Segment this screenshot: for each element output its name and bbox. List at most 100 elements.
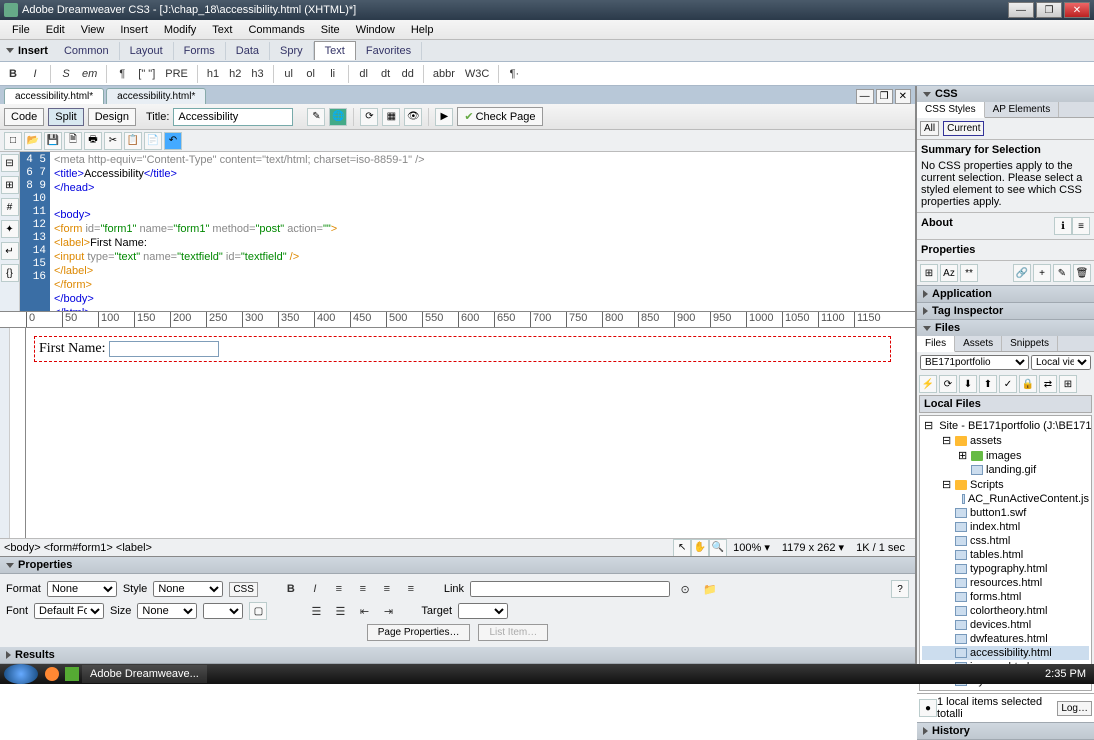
tree-folder[interactable]: ⊟Scripts xyxy=(922,477,1089,492)
strong-button[interactable]: S xyxy=(57,65,75,83)
tree-file[interactable]: index.html xyxy=(922,520,1089,534)
css-styles-tab[interactable]: CSS Styles xyxy=(917,102,985,118)
wrap-icon[interactable]: ↵ xyxy=(1,242,19,260)
bold-button[interactable]: B xyxy=(4,65,22,83)
align-center-button[interactable]: ≡ xyxy=(354,580,372,598)
sync-icon[interactable]: ⇄ xyxy=(1039,375,1057,393)
copy-icon[interactable]: 📋 xyxy=(124,132,142,150)
split-view-button[interactable]: Split xyxy=(48,108,83,126)
ordered-list-button[interactable]: ☰ xyxy=(331,602,349,620)
connect-icon[interactable]: ⚡ xyxy=(919,375,937,393)
site-select[interactable]: BE171portfolio xyxy=(920,355,1029,370)
insert-tab-text[interactable]: Text xyxy=(314,41,356,60)
get-icon[interactable]: ⬇ xyxy=(959,375,977,393)
insert-tab-data[interactable]: Data xyxy=(226,42,270,60)
files-panel-header[interactable]: Files xyxy=(917,320,1094,336)
hand-tool-icon[interactable]: ✋ xyxy=(691,539,709,557)
tag-inspector-panel-header[interactable]: Tag Inspector xyxy=(917,303,1094,319)
li-button[interactable]: li xyxy=(324,65,342,83)
browse-folder-icon[interactable]: 📁 xyxy=(700,580,720,598)
menu-text[interactable]: Text xyxy=(204,22,240,38)
zoom-tool-icon[interactable]: 🔍 xyxy=(709,539,727,557)
insert-tab-layout[interactable]: Layout xyxy=(120,42,174,60)
new-icon[interactable]: □ xyxy=(4,132,22,150)
w3c-button[interactable]: W3C xyxy=(462,65,492,83)
font-select[interactable]: Default Font xyxy=(34,603,104,619)
category-view-icon[interactable]: ⊞ xyxy=(920,264,938,282)
menu-insert[interactable]: Insert xyxy=(112,22,156,38)
align-left-button[interactable]: ≡ xyxy=(330,580,348,598)
h2-button[interactable]: h2 xyxy=(226,65,244,83)
target-select[interactable] xyxy=(458,603,508,619)
close-button[interactable]: ✕ xyxy=(1064,2,1090,18)
zoom-level[interactable]: 100% ▾ xyxy=(727,541,776,554)
tree-file[interactable]: landing.gif xyxy=(922,463,1089,477)
ul-button[interactable]: ul xyxy=(280,65,298,83)
history-panel-header[interactable]: History xyxy=(917,723,1094,739)
check-page-button[interactable]: ✔Check Page xyxy=(457,107,542,126)
h3-button[interactable]: h3 xyxy=(248,65,266,83)
new-rule-icon[interactable]: + xyxy=(1033,264,1051,282)
dreamweaver-icon[interactable] xyxy=(65,667,79,681)
spellcheck-icon[interactable]: ✎ xyxy=(307,108,325,126)
chars-button[interactable]: ¶· xyxy=(505,65,523,83)
tree-file[interactable]: AC_RunActiveContent.js xyxy=(922,492,1089,506)
insert-tab-forms[interactable]: Forms xyxy=(174,42,226,60)
collapse-icon[interactable]: ⊟ xyxy=(1,154,19,172)
dt-button[interactable]: dt xyxy=(377,65,395,83)
put-icon[interactable]: ⬆ xyxy=(979,375,997,393)
view-select[interactable]: Local view xyxy=(1031,355,1091,370)
menu-site[interactable]: Site xyxy=(313,22,348,38)
highlight-icon[interactable]: ✦ xyxy=(1,220,19,238)
window-size[interactable]: 1179 x 262 ▾ xyxy=(776,541,850,554)
tree-file[interactable]: accessibility.html xyxy=(922,646,1089,660)
tree-file[interactable]: button1.swf xyxy=(922,506,1089,520)
menu-view[interactable]: View xyxy=(73,22,113,38)
design-canvas[interactable]: First Name: xyxy=(26,328,915,538)
help-icon[interactable]: ? xyxy=(891,580,909,598)
code-editor[interactable]: <meta http-equiv="Content-Type" content=… xyxy=(50,152,915,311)
cut-icon[interactable]: ✂ xyxy=(104,132,122,150)
ap-elements-tab[interactable]: AP Elements xyxy=(985,102,1060,117)
menu-modify[interactable]: Modify xyxy=(156,22,204,38)
syntax-icon[interactable]: {} xyxy=(1,264,19,282)
tag-selector[interactable]: <body> <form#form1> <label> xyxy=(4,542,673,554)
select-tool-icon[interactable]: ↖ xyxy=(673,539,691,557)
text-color-button[interactable]: ▢ xyxy=(249,602,267,620)
style-select[interactable]: None xyxy=(153,581,223,597)
start-button[interactable] xyxy=(4,664,38,684)
assets-tab[interactable]: Assets xyxy=(955,336,1002,351)
dl-button[interactable]: dl xyxy=(355,65,373,83)
maximize-button[interactable]: ❐ xyxy=(1036,2,1062,18)
unordered-list-button[interactable]: ☰ xyxy=(307,602,325,620)
set-view-icon[interactable]: ** xyxy=(960,264,978,282)
clock[interactable]: 2:35 PM xyxy=(1037,668,1094,680)
link-input[interactable] xyxy=(470,581,670,597)
expand-files-icon[interactable]: ⊞ xyxy=(1059,375,1077,393)
menu-commands[interactable]: Commands xyxy=(240,22,312,38)
local-files-header[interactable]: Local Files xyxy=(919,395,1092,413)
tree-file[interactable]: devices.html xyxy=(922,618,1089,632)
edit-rule-icon[interactable]: ✎ xyxy=(1053,264,1071,282)
form-element[interactable]: First Name: xyxy=(34,336,891,362)
save-all-icon[interactable]: 🗎 xyxy=(64,132,82,150)
h1-button[interactable]: h1 xyxy=(204,65,222,83)
title-input[interactable] xyxy=(173,108,293,126)
align-right-button[interactable]: ≡ xyxy=(378,580,396,598)
view-options-icon[interactable]: ▦ xyxy=(382,108,400,126)
menu-window[interactable]: Window xyxy=(348,22,403,38)
open-icon[interactable]: 📂 xyxy=(24,132,42,150)
tree-file[interactable]: css.html xyxy=(922,534,1089,548)
doc-restore-button[interactable]: ❐ xyxy=(876,89,893,104)
log-button[interactable]: Log… xyxy=(1057,701,1092,716)
application-panel-header[interactable]: Application xyxy=(917,286,1094,302)
results-header[interactable]: Results xyxy=(0,647,915,664)
list-item-button[interactable]: List Item… xyxy=(478,624,548,641)
files-tab[interactable]: Files xyxy=(917,336,955,352)
insert-tab-favorites[interactable]: Favorites xyxy=(356,42,422,60)
css-info-icon[interactable]: ℹ xyxy=(1054,217,1072,235)
italic-button[interactable]: I xyxy=(26,65,44,83)
first-name-label[interactable]: First Name: xyxy=(39,341,106,356)
abbr-button[interactable]: abbr xyxy=(430,65,458,83)
point-to-file-icon[interactable]: ⊙ xyxy=(676,580,694,598)
